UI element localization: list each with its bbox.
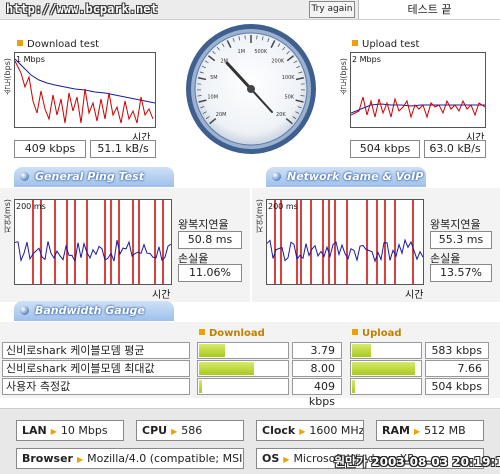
gauge-hub	[247, 85, 255, 93]
bandwidth-row-label: 사용자 측정값	[2, 378, 190, 395]
bullet-icon	[17, 40, 23, 46]
tab-general-ping-test[interactable]: General Ping Test	[14, 167, 174, 187]
upload-kbps: 504 kbps	[350, 140, 420, 158]
upload-bar	[350, 378, 422, 395]
gauge-tick-label: 50K	[284, 95, 294, 101]
timestamp-watermark: 원만가 2003-08-03 20:19:14	[334, 455, 500, 469]
ping-left-ymax: 200 ms	[16, 202, 46, 211]
gauge-tick-label: 10M	[207, 95, 218, 101]
speed-gauge: 20M 10M 5M 2M 1M 500K 200K 100K 50K 20K	[184, 22, 318, 156]
gauge-tick-label: 100K	[282, 75, 296, 81]
ping-left-graph-svg	[14, 200, 172, 284]
ram-info: RAM ▶ 512 MB	[376, 420, 484, 441]
site-url: http://www.bcpark.net	[6, 2, 158, 16]
upload-bar-fill	[352, 362, 415, 375]
bandwidth-upload-header: Upload	[352, 328, 401, 339]
ping-left-xlabel: 시간	[152, 290, 171, 301]
ping-right-ylabel: 지연(ms)	[255, 199, 264, 234]
upload-bar-fill	[352, 380, 355, 393]
ping-right-graph	[266, 199, 424, 285]
bullet-icon	[352, 40, 358, 46]
tab-bandwidth-gauge[interactable]: Bandwidth Gauge	[14, 301, 174, 321]
gauge-tick-label: 20M	[216, 112, 227, 118]
gauge-tick-label: 5M	[210, 75, 218, 81]
download-avg-line	[14, 58, 156, 104]
bandwidth-download-header: Download	[199, 328, 265, 339]
upload-series-line	[350, 96, 486, 119]
ball-icon	[20, 172, 29, 181]
upload-ylabel: 속도(bps)	[339, 58, 348, 95]
download-kBs: 51.1 kB/s	[90, 140, 156, 158]
gauge-tick-label: 20K	[276, 112, 286, 118]
download-bar	[197, 378, 289, 395]
ping-left-ylabel: 지연(ms)	[3, 199, 12, 234]
download-bar-fill	[199, 344, 225, 357]
arrow-right-icon: ▶	[171, 427, 178, 436]
download-value: 8.00 Mbps	[292, 360, 342, 390]
latency-line	[266, 238, 424, 263]
arrow-right-icon: ▶	[283, 455, 290, 464]
upload-kBs: 63.0 kB/s	[424, 140, 486, 158]
ball-icon	[20, 306, 29, 315]
download-bar	[197, 360, 289, 377]
ping-left-rtt-label: 왕복지연율	[178, 218, 229, 231]
ball-icon	[272, 172, 281, 181]
download-ymax: 1 Mbps	[16, 55, 45, 64]
ping-right-loss-value: 13.57%	[430, 264, 492, 282]
latency-line	[14, 239, 172, 263]
download-series-line	[14, 60, 154, 124]
arrow-right-icon: ▶	[413, 427, 421, 436]
tab-network-game-voip-test[interactable]: Network Game & VoIP Test	[266, 167, 426, 203]
ping-left-loss-value: 11.06%	[178, 264, 242, 282]
download-graph-svg	[14, 58, 156, 124]
arrow-right-icon: ▶	[299, 427, 306, 436]
bullet-icon	[352, 329, 358, 335]
upload-bar	[350, 360, 422, 377]
ping-left-rtt-value: 50.8 ms	[178, 231, 242, 249]
upload-bar-fill	[352, 344, 371, 357]
test-status: 테스트 끝	[358, 0, 500, 19]
gauge-tick-label: 500K	[254, 49, 268, 55]
upload-ymax: 2 Mbps	[352, 55, 381, 64]
arrow-right-icon: ▶	[76, 455, 84, 464]
gauge-tick-label: 1M	[238, 49, 246, 55]
ping-right-ymax: 200 ms	[268, 202, 298, 211]
ping-right-rtt-label: 왕복지연율	[430, 218, 481, 231]
download-ylabel: 속도(bps)	[3, 58, 12, 95]
download-value: 409 kbps	[292, 378, 342, 408]
try-again-button[interactable]: Try again	[309, 1, 355, 18]
download-bar-fill	[199, 362, 254, 375]
browser-info: Browser▶Mozilla/4.0 (compatible; MSIE 6.…	[16, 448, 244, 469]
upload-value: 504 kbps	[425, 378, 489, 395]
upload-graph-svg	[350, 96, 486, 119]
download-bar-fill	[199, 380, 202, 393]
download-kbps: 409 kbps	[14, 140, 86, 158]
ping-right-rtt-value: 55.3 ms	[430, 231, 492, 249]
download-title: Download test	[17, 39, 99, 50]
upload-title: Upload test	[352, 39, 419, 50]
upload-bar	[350, 342, 422, 359]
bandwidth-row-label: 신비로shark 케이블모뎀 최대값	[2, 360, 190, 377]
bullet-icon	[199, 329, 205, 335]
cpu-info: CPU ▶ 586	[136, 420, 244, 441]
ping-right-graph-svg	[266, 200, 424, 284]
lan-info: LAN ▶ 10 Mbps	[16, 420, 124, 441]
bandwidth-row-label: 신비로shark 케이블모뎀 평균	[2, 342, 190, 359]
download-bar	[197, 342, 289, 359]
ping-right-xlabel: 시간	[405, 290, 424, 301]
clock-info: Clock ▶ 1600 MHz	[256, 420, 364, 441]
upload-value: 583 kbps	[425, 342, 489, 359]
download-value: 3.79 Mbps	[292, 342, 342, 372]
ping-left-graph	[14, 199, 172, 285]
upload-value: 7.66 Mbps	[425, 360, 489, 390]
arrow-right-icon: ▶	[50, 427, 57, 436]
gauge-tick-label: 200K	[271, 59, 285, 65]
